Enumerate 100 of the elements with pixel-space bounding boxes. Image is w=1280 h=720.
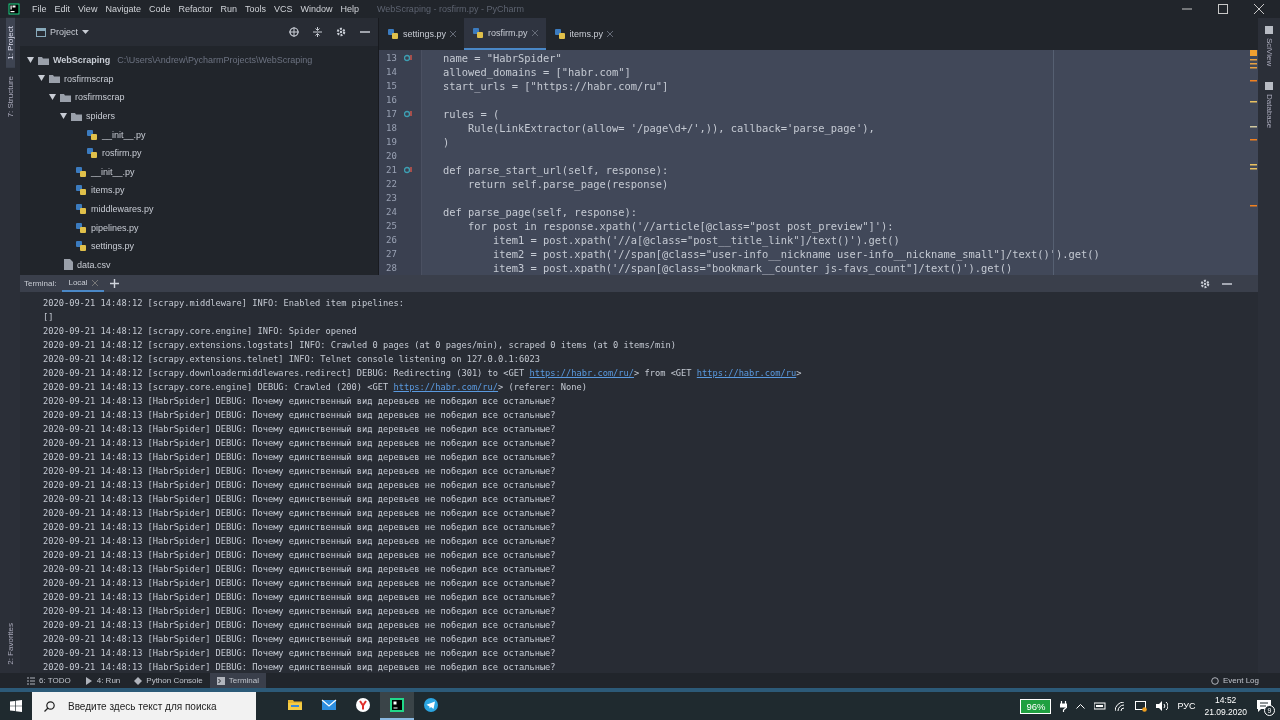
search-field[interactable]: Введите здесь текст для поиска (32, 692, 256, 720)
dropdown-caret-icon[interactable] (82, 30, 89, 34)
folder-path: C:\Users\Andrew\PycharmProjects\WebScraping (117, 55, 313, 66)
menu-item[interactable]: VCS (270, 4, 297, 14)
event-log-button[interactable]: Event Log (1203, 673, 1266, 688)
menu-item[interactable]: Refactor (174, 4, 217, 14)
expand-arrow-icon[interactable] (60, 112, 67, 120)
link[interactable]: https://habr.com/ru/ (393, 382, 499, 392)
taskbar-app[interactable] (380, 692, 414, 720)
windows-logo-icon (10, 700, 22, 712)
add-icon[interactable] (109, 279, 119, 288)
tree-item[interactable]: __init__.py (91, 166, 135, 177)
line-number: 28 (386, 263, 398, 273)
code-line: start_urls = ["https://habr.com/ru"] (443, 80, 669, 92)
locate-icon[interactable] (289, 27, 299, 37)
link[interactable]: https://habr.com/ru (696, 368, 797, 378)
link[interactable]: https://habr.com/ru/ (529, 368, 635, 378)
line-number: 24 (386, 207, 398, 217)
terminal-line: 2020-09-21 14:48:13 [HabrSpider] DEBUG: Почему единственный вид деревьев не победил все остальные? (43, 423, 557, 436)
maximize-icon[interactable] (1218, 4, 1228, 14)
line-number: 25 (386, 221, 398, 231)
envelope-icon (321, 697, 337, 713)
expand-arrow-icon[interactable] (49, 94, 56, 101)
tool-window-tab[interactable]: Terminal (209, 673, 266, 688)
volume-icon[interactable] (1156, 701, 1169, 711)
terminal-line: 2020-09-21 14:48:13 [HabrSpider] DEBUG: Почему единственный вид деревьев не победил все остальные? (43, 437, 557, 450)
browser-icon (355, 697, 371, 713)
tree-item[interactable]: spiders (86, 111, 115, 122)
session-tab[interactable]: Local (62, 275, 104, 292)
project-icon (36, 27, 46, 37)
plug-icon (1060, 700, 1068, 712)
tree-item[interactable]: rosfirmscrap (75, 92, 125, 103)
clock[interactable]: 14:52 21.09.2020 (1204, 695, 1247, 717)
tool-window-tab[interactable]: Database (1264, 74, 1274, 137)
terminal-line: 2020-09-21 14:48:13 [HabrSpider] DEBUG: Почему единственный вид деревьев не победил все остальные? (43, 409, 557, 422)
code-line: item3 = post.xpath('//span[@class="bookmark__counter js-favs_count"]/text()').get() (492, 262, 1013, 274)
terminal-line: 2020-09-21 14:48:13 [HabrSpider] DEBUG: Почему единственный вид деревьев не победил все остальные? (43, 563, 557, 576)
line-number: 17 (386, 109, 398, 119)
editor-tab[interactable]: rosfirm.py (464, 18, 546, 50)
tree-item[interactable]: middlewares.py (91, 204, 154, 215)
tree-item[interactable]: __init__.py (102, 129, 146, 140)
menu-item[interactable]: Help (336, 4, 364, 14)
monitor-icon[interactable] (1135, 700, 1148, 712)
collapse-icon[interactable] (313, 27, 322, 37)
menu-item[interactable]: File (28, 4, 51, 14)
terminal-line: 2020-09-21 14:48:13 [HabrSpider] DEBUG: Почему единственный вид деревьев не победил все остальные? (43, 451, 557, 464)
line-number: 27 (386, 249, 398, 259)
tree-item[interactable]: settings.py (91, 241, 135, 252)
folder-icon (49, 74, 60, 84)
diamond-icon (134, 676, 143, 685)
menu-item[interactable]: Code (144, 4, 175, 14)
folder-icon (38, 55, 49, 65)
line-number: 20 (386, 151, 398, 161)
terminal-line: 2020-09-21 14:48:13 [HabrSpider] DEBUG: Почему единственный вид деревьев не победил все остальные? (43, 591, 557, 604)
tree-item[interactable]: data.csv (77, 259, 111, 270)
menu-item[interactable]: Edit (50, 4, 75, 14)
file-icon (64, 259, 73, 271)
tool-window-tab[interactable]: 6: TODO (20, 673, 78, 688)
tool-window-tab[interactable]: Python Console (127, 673, 210, 688)
tool-window-tab[interactable]: 2: Favorites (5, 615, 15, 673)
tree-item[interactable]: pipelines.py (91, 222, 139, 233)
tree-item[interactable]: items.py (91, 185, 125, 196)
tool-window-tab[interactable]: 1: Project (5, 18, 15, 68)
code-line: item1 = post.xpath('//a[@class="post__title_link"]/text()').get() (492, 234, 900, 246)
menu-item[interactable]: View (74, 4, 102, 14)
close-icon[interactable] (1254, 4, 1264, 14)
tool-window-tab[interactable]: SciView (1264, 18, 1274, 75)
menu-item[interactable]: Window (296, 4, 337, 14)
python-file-icon (472, 27, 485, 39)
editor-tab[interactable]: items.py (545, 18, 622, 50)
language-indicator[interactable]: РУС (1177, 701, 1196, 711)
tree-item[interactable]: WebScraping (53, 55, 111, 66)
python-file-icon (553, 28, 566, 40)
menu-item[interactable]: Navigate (101, 4, 145, 14)
chevron-up-icon[interactable] (1076, 703, 1086, 709)
settings-icon[interactable] (336, 27, 346, 37)
wifi-icon[interactable] (1115, 701, 1127, 711)
menu-item[interactable]: Run (216, 4, 241, 14)
tool-window-tab[interactable]: 4: Run (77, 673, 128, 688)
tree-item[interactable]: rosfirm.py (102, 148, 142, 159)
terminal-line: 2020-09-21 14:48:12 [scrapy.core.engine] INFO: Spider opened (43, 325, 358, 338)
python-file-icon (86, 128, 98, 141)
expand-arrow-icon[interactable] (38, 75, 45, 83)
tree-item[interactable]: rosfirmscrap (64, 73, 114, 84)
window-title: WebScraping - rosfirm.py - PyCharm (377, 4, 524, 14)
terminal-icon (216, 676, 225, 685)
panel-title: Project (50, 27, 78, 37)
terminal-line: 2020-09-21 14:48:13 [HabrSpider] DEBUG: Почему единственный вид деревьев не победил все остальные? (43, 605, 557, 618)
python-file-icon (75, 184, 87, 197)
terminal-line: 2020-09-21 14:48:13 [HabrSpider] DEBUG: Почему единственный вид деревьев не победил все остальные? (43, 465, 557, 478)
line-number: 21 (386, 165, 398, 175)
line-number: 23 (386, 193, 398, 203)
menu-item[interactable]: Tools (240, 4, 270, 14)
settings-icon[interactable] (1200, 278, 1210, 289)
expand-arrow-icon[interactable] (27, 56, 34, 64)
editor-tab[interactable]: settings.py (379, 18, 465, 50)
device-icon[interactable] (1094, 702, 1107, 710)
folder-icon (60, 93, 71, 102)
paper-plane-icon (423, 697, 439, 713)
tool-window-tab[interactable]: 7: Structure (5, 67, 15, 126)
